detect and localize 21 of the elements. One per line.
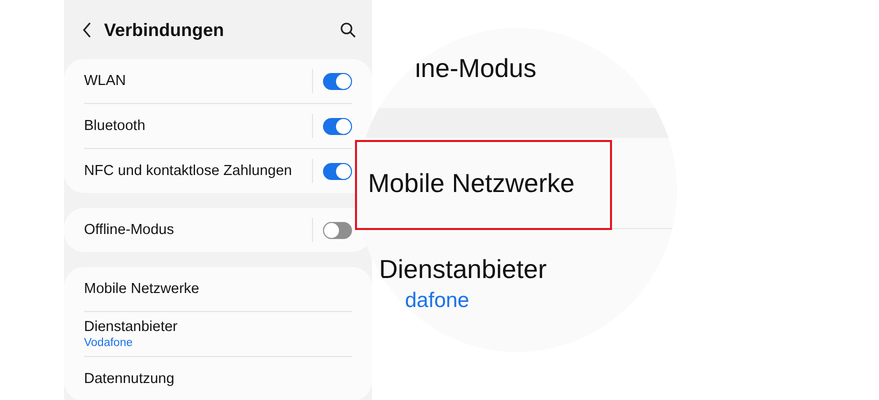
- magnified-value: dafone: [404, 289, 470, 313]
- setting-label[interactable]: Offline-Modus: [84, 222, 312, 238]
- back-icon: [82, 22, 92, 38]
- toggle-switch[interactable]: [323, 222, 352, 238]
- search-icon: [340, 22, 356, 38]
- screen-title: Verbindungen: [104, 20, 226, 40]
- setting-value: Vodafone: [84, 337, 134, 349]
- setting-label[interactable]: NFC und kontaktlose Zahlungen: [84, 163, 312, 179]
- search-button[interactable]: [340, 22, 356, 38]
- setting-label[interactable]: Datennutzung: [84, 371, 352, 387]
- magnified-label: Dienstanbieter: [379, 254, 548, 285]
- toggle-switch[interactable]: [323, 162, 352, 180]
- setting-label[interactable]: Bluetooth: [84, 118, 312, 134]
- magnified-label: Mobile Netzwerke: [368, 168, 576, 198]
- setting-label[interactable]: Mobile Netzwerke: [84, 281, 352, 297]
- toggle-switch[interactable]: [323, 72, 352, 90]
- magnified-label: ine-Modus: [415, 52, 538, 84]
- setting-label[interactable]: Dienstanbieter: [84, 319, 352, 335]
- toggle-switch[interactable]: [323, 118, 352, 134]
- back-button[interactable]: [82, 22, 92, 38]
- setting-label[interactable]: WLAN: [84, 73, 312, 89]
